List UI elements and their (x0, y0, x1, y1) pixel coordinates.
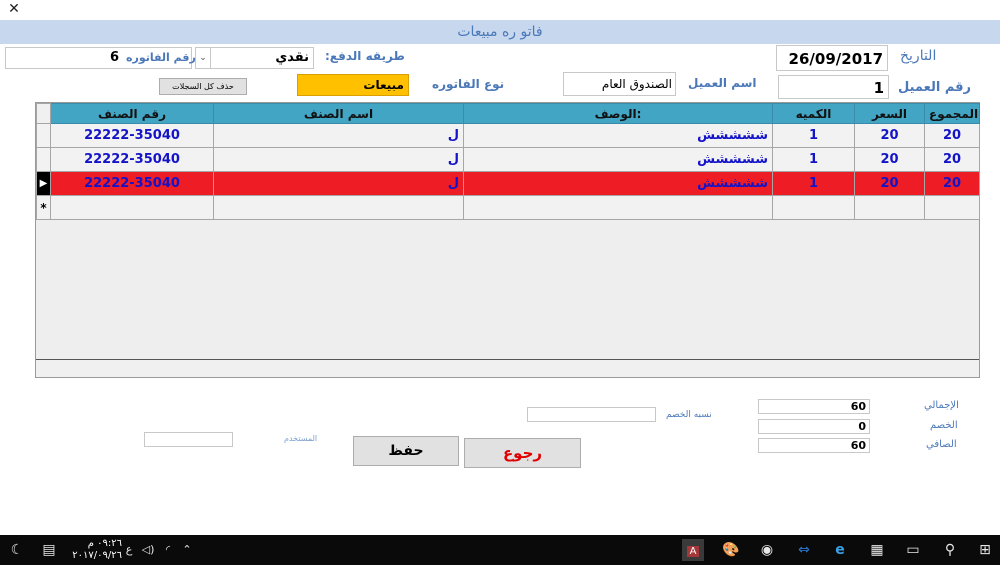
cell-price[interactable]: 20 (854, 123, 925, 148)
user-label: المستخدم (284, 434, 318, 443)
cell-price[interactable]: 20 (854, 171, 925, 196)
cell-item-name[interactable]: ل (213, 147, 464, 172)
search-icon[interactable]: ⚲ (939, 539, 961, 561)
cell-new[interactable] (854, 195, 925, 220)
cell-new[interactable] (772, 195, 855, 220)
col-header-price[interactable]: السعر (854, 103, 925, 124)
row-selector-current[interactable]: ▶ (36, 171, 51, 196)
back-button[interactable]: رجوع (464, 438, 581, 468)
invoice-number-field[interactable]: 6 رقم الفاتوره (5, 47, 196, 69)
chevron-down-icon[interactable]: ⌄ (196, 48, 211, 68)
cell-new[interactable] (50, 195, 214, 220)
delete-all-records-button[interactable]: حذف كل السجلات (159, 78, 247, 95)
cell-item-code[interactable]: 22222-35040 (50, 123, 214, 148)
date-value: 26/09/2017 (788, 50, 883, 68)
items-grid[interactable]: رقم الصنف اسم الصنف الوصف: الكميه السعر … (35, 102, 980, 378)
customer-number-value: 1 (873, 79, 884, 97)
cell-new[interactable] (213, 195, 464, 220)
discount-field[interactable]: 0 (758, 419, 870, 434)
col-header-description[interactable]: الوصف: (463, 103, 773, 124)
date-label: التاريخ (900, 48, 937, 64)
customer-number-field[interactable]: 1 (778, 75, 889, 99)
grid-area: رقم الصنف اسم الصنف الوصف: الكميه السعر … (36, 103, 980, 360)
cell-item-name[interactable]: ل (213, 123, 464, 148)
payment-combobox[interactable]: نقدي ⌄ (195, 47, 314, 69)
customer-number-label: رقم العميل (898, 80, 972, 95)
row-header-corner (36, 103, 51, 124)
cell-total[interactable]: 20 (924, 147, 980, 172)
cell-item-name[interactable]: ل (213, 171, 464, 196)
table-row-selected[interactable]: ▶ 22222-35040 ل ششششش 1 20 20 (36, 171, 980, 196)
discount-percent-label: نسبه الخصم (666, 410, 712, 420)
cell-description[interactable]: ششششش (463, 171, 773, 196)
teamviewer-icon[interactable]: ⇔ (793, 539, 815, 561)
row-selector[interactable] (36, 147, 51, 172)
chevron-up-icon[interactable]: ⌃ (176, 539, 198, 561)
close-icon[interactable]: ✕ (6, 0, 22, 18)
moon-icon[interactable]: ☾ (6, 539, 28, 561)
invoice-number-value: 6 (110, 50, 120, 65)
col-header-item-code[interactable]: رقم الصنف (50, 103, 214, 124)
cell-new[interactable] (924, 195, 980, 220)
customer-name-value: الصندوق العام (601, 77, 672, 91)
invoice-number-label: رقم الفاتوره (126, 51, 196, 64)
save-button[interactable]: حفظ (353, 436, 459, 466)
invoice-type-field[interactable]: مبيعات (297, 74, 409, 96)
task-view-icon[interactable]: ▭ (902, 539, 924, 561)
store-icon[interactable]: ▦ (866, 539, 888, 561)
cell-description[interactable]: ششششش (463, 147, 773, 172)
customer-name-field[interactable]: الصندوق العام (563, 72, 676, 96)
payment-value: نقدي (275, 50, 309, 65)
col-header-total[interactable]: المجموع (924, 103, 980, 124)
cell-price[interactable]: 20 (854, 147, 925, 172)
cell-quantity[interactable]: 1 (772, 147, 855, 172)
date-field[interactable]: 26/09/2017 (776, 45, 888, 71)
grid-header-row: رقم الصنف اسم الصنف الوصف: الكميه السعر … (36, 103, 980, 124)
paint-icon[interactable]: 🎨 (720, 539, 742, 561)
net-label: الصافي (926, 439, 957, 450)
payment-label: طريقه الدفع: (325, 49, 405, 63)
col-header-quantity[interactable]: الكميه (772, 103, 855, 124)
invoice-type-label: نوع الفاتوره (432, 77, 505, 91)
people-icon[interactable]: ◉ (756, 539, 778, 561)
col-header-item-name[interactable]: اسم الصنف (213, 103, 464, 124)
clock-time: ٠٩:٢٦ م (87, 538, 122, 549)
taskbar: ☾ ▤ ٠٩:٢٦ م ٢٠١٧/٠٩/٢٦ ع ◁) ◜ ⌃ A 🎨 ◉ ⇔ … (0, 535, 1000, 565)
cell-new[interactable] (463, 195, 773, 220)
cell-quantity[interactable]: 1 (772, 123, 855, 148)
new-row-marker[interactable]: * (36, 195, 51, 220)
discount-percent-field[interactable] (527, 407, 656, 422)
cell-item-code[interactable]: 22222-35040 (50, 171, 214, 196)
window-title: فاتو ره مبيعات (457, 24, 543, 40)
clock-date: ٢٠١٧/٠٩/٢٦ (72, 550, 122, 561)
cell-quantity[interactable]: 1 (772, 171, 855, 196)
table-row[interactable]: 22222-35040 ل ششششش 1 20 20 (36, 147, 980, 172)
volume-icon[interactable]: ◁) (137, 539, 159, 561)
invoice-type-value: مبيعات (363, 78, 404, 92)
customer-name-label: اسم العميل (688, 76, 757, 90)
row-selector[interactable] (36, 123, 51, 148)
gross-field[interactable]: 60 (758, 399, 870, 414)
windows-icon[interactable]: ⊞ (974, 539, 996, 561)
gross-value: 60 (850, 400, 866, 413)
items-table: رقم الصنف اسم الصنف الوصف: الكميه السعر … (36, 103, 980, 220)
ie-icon[interactable]: e (829, 539, 851, 561)
table-row[interactable]: 22222-35040 ل ششششش 1 20 20 (36, 123, 980, 148)
cell-item-code[interactable]: 22222-35040 (50, 147, 214, 172)
net-field[interactable]: 60 (758, 438, 870, 453)
cell-description[interactable]: ششششش (463, 123, 773, 148)
discount-value: 0 (858, 420, 866, 433)
title-bar: فاتو ره مبيعات (0, 20, 1000, 44)
clock[interactable]: ٠٩:٢٦ م ٢٠١٧/٠٩/٢٦ (64, 538, 122, 562)
user-field[interactable] (144, 432, 233, 447)
net-value: 60 (850, 439, 866, 452)
new-row[interactable]: * (36, 195, 980, 220)
gross-label: الإجمالي (924, 400, 959, 411)
access-icon[interactable]: A (682, 539, 704, 561)
cell-total[interactable]: 20 (924, 171, 980, 196)
notification-icon[interactable]: ▤ (38, 539, 60, 561)
cell-total[interactable]: 20 (924, 123, 980, 148)
discount-label: الخصم (930, 420, 958, 431)
